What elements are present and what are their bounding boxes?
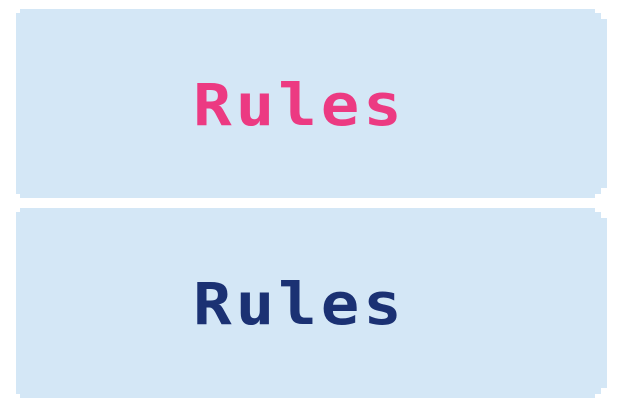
button-state-preview: Rules Rules [0,0,620,400]
rules-button-label: Rules [193,72,406,139]
rules-button-normal[interactable]: Rules [16,208,607,398]
rules-button-hover[interactable]: Rules [16,9,607,198]
rules-button-label: Rules [193,271,406,339]
